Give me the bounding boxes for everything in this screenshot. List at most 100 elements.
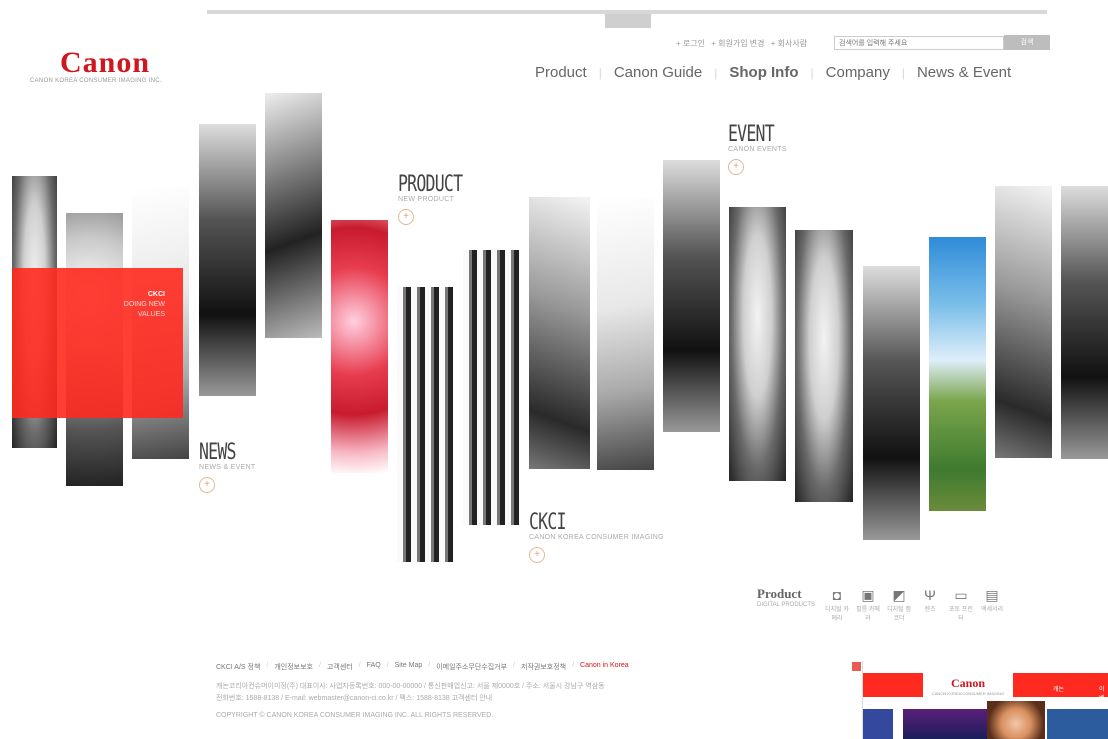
product-label: 액세서리 (980, 607, 1004, 613)
plus-icon[interactable]: + (199, 477, 215, 493)
photo-strip[interactable] (199, 124, 256, 396)
section-subtitle: CANON EVENTS (728, 146, 787, 153)
photo-strip[interactable] (1061, 186, 1108, 459)
search-input[interactable] (834, 36, 1004, 50)
popup-tab[interactable]: 캐논 (1053, 684, 1064, 693)
product-bar-title: Product DIGITAL PRODUCTS (757, 586, 815, 608)
photo-strip[interactable] (663, 160, 720, 432)
ckci-promo-block[interactable]: CKCI DOING NEW VALUES (12, 268, 183, 418)
popup-image (903, 709, 987, 739)
footer-link[interactable]: 고객센터 (327, 662, 353, 672)
photo-strip[interactable] (265, 93, 322, 338)
family-site-icon[interactable] (852, 662, 861, 671)
product-film-camera[interactable]: ▣ 필름 카메라 (856, 586, 880, 622)
product-lens[interactable]: Ψ 렌즈 (918, 586, 942, 613)
promo-text-line: CKCI (147, 291, 165, 298)
photo-strip[interactable] (995, 186, 1052, 458)
section-subtitle: NEW PRODUCT (398, 196, 455, 203)
section-ckci[interactable]: CKCI CANON KOREA CONSUMER IMAGING + (529, 510, 664, 563)
popup-tab[interactable]: 이벤 (1099, 684, 1108, 702)
nav-product[interactable]: Product (535, 64, 587, 81)
footer-link[interactable]: 이메일주소무단수집거부 (436, 662, 507, 672)
nav-separator: | (714, 65, 718, 80)
util-join-link[interactable]: + 회원가입 변경 (711, 39, 764, 48)
popup-banner[interactable]: Canon CANON KOREA CONSUMER IMAGING 캐논 이벤… (862, 661, 1108, 739)
popup-divider: ··· (867, 702, 871, 707)
nav-news-event[interactable]: News & Event (917, 64, 1011, 81)
nav-canon-guide[interactable]: Canon Guide (614, 64, 702, 81)
footer-link[interactable]: CKCI A/S 정책 (216, 662, 260, 672)
popup-logo-word: Canon (950, 676, 985, 690)
plus-icon[interactable]: + (529, 547, 545, 563)
photo-strip[interactable] (463, 250, 520, 525)
footer-info-line: 캐논코리아컨슈머이미징(주) 대표이사: 사업자등록번호: 000-00-000… (216, 683, 605, 690)
photo-strip[interactable] (597, 197, 654, 470)
main-navigation: Product | Canon Guide | Shop Info | Comp… (535, 64, 1011, 81)
footer-link[interactable]: Site Map (395, 662, 423, 672)
footer: CKCI A/S 정책 / 개인정보보호 / 고객센터 / FAQ / Site Map… (216, 662, 866, 722)
camcorder-icon: ◩ (892, 587, 906, 603)
section-product[interactable]: PRODUCT NEW PRODUCT + (398, 172, 484, 225)
util-login-link[interactable]: + 로그인 (676, 39, 705, 48)
accessory-icon: ▤ (985, 587, 999, 603)
photo-strip[interactable] (397, 287, 454, 562)
product-label: 필름 카메라 (856, 607, 880, 622)
section-title: NEWS (199, 440, 236, 465)
popup-logo-sub: CANON KOREA CONSUMER IMAGING (931, 691, 1005, 696)
nav-separator: | (598, 65, 602, 80)
photo-strip[interactable] (863, 266, 920, 540)
photo-strip[interactable] (795, 230, 853, 502)
printer-icon: ▭ (954, 587, 968, 603)
photo-strip[interactable] (729, 207, 786, 481)
popup-image (987, 701, 1045, 739)
product-bar-subtitle: DIGITAL PRODUCTS (757, 602, 816, 608)
footer-link[interactable]: 저작권보호정책 (521, 662, 566, 672)
canon-logo[interactable]: Canon CANON KOREA CONSUMER IMAGING INC. (30, 46, 200, 84)
product-label: 디지털 카메라 (825, 607, 849, 622)
product-label: 렌즈 (924, 607, 936, 613)
product-quick-bar: Product DIGITAL PRODUCTS ◘ 디지털 카메라 ▣ 필름 카메… (757, 586, 1011, 622)
camera-icon: ◘ (832, 587, 842, 603)
section-news[interactable]: NEWS NEWS & EVENT + (199, 440, 256, 493)
footer-link-canon-in-korea[interactable]: Canon in Korea (580, 662, 629, 672)
plus-icon[interactable]: + (728, 159, 744, 175)
photo-strip[interactable] (929, 237, 986, 511)
section-event[interactable]: EVENT CANON EVENTS + (728, 122, 789, 175)
util-company-link[interactable]: + 회사사람 (771, 39, 807, 48)
footer-sep: / (358, 662, 361, 669)
footer-link[interactable]: FAQ (367, 662, 381, 672)
footer-link[interactable]: 개인정보보호 (274, 662, 313, 672)
section-title: EVENT (728, 122, 775, 147)
section-subtitle: CANON KOREA CONSUMER IMAGING (529, 534, 664, 541)
top-tab[interactable] (605, 14, 651, 28)
product-label: 디지털 캠코더 (887, 607, 911, 622)
popup-image (863, 709, 893, 739)
product-printer[interactable]: ▭ 포토 프린터 (949, 586, 973, 622)
photo-strip[interactable] (331, 220, 388, 473)
footer-sep: / (386, 662, 389, 669)
nav-shop-info[interactable]: Shop Info (729, 64, 798, 81)
footer-copyright: COPYRIGHT © CANON KOREA CONSUMER IMAGING… (216, 712, 494, 719)
section-title: PRODUCT (398, 172, 463, 197)
search-button[interactable]: 검색 (1004, 35, 1050, 50)
nav-company[interactable]: Company (826, 64, 890, 81)
lens-icon: Ψ (924, 587, 936, 603)
plus-icon[interactable]: + (398, 209, 414, 225)
popup-image (1047, 709, 1108, 739)
photo-strip[interactable] (529, 197, 590, 469)
product-bar-title-text: Product (757, 586, 802, 601)
nav-separator: | (810, 65, 814, 80)
film-camera-icon: ▣ (861, 587, 875, 603)
section-title: CKCI (529, 510, 566, 535)
nav-separator: | (901, 65, 905, 80)
footer-sep: / (513, 662, 515, 669)
popup-logo: Canon CANON KOREA CONSUMER IMAGING (923, 667, 1013, 703)
footer-sep: / (428, 662, 431, 669)
promo-text-line: DOING NEW (123, 301, 165, 308)
section-subtitle: NEWS & EVENT (199, 464, 256, 471)
product-accessory[interactable]: ▤ 액세서리 (980, 586, 1004, 613)
product-digital-camera[interactable]: ◘ 디지털 카메라 (825, 586, 849, 622)
product-camcorder[interactable]: ◩ 디지털 캠코더 (887, 586, 911, 622)
footer-info-line: 전화번호: 1588-8138 / E-mail: webmaster@cano… (216, 695, 493, 702)
utility-links: + 로그인 + 회원가입 변경 + 회사사람 (676, 38, 811, 49)
